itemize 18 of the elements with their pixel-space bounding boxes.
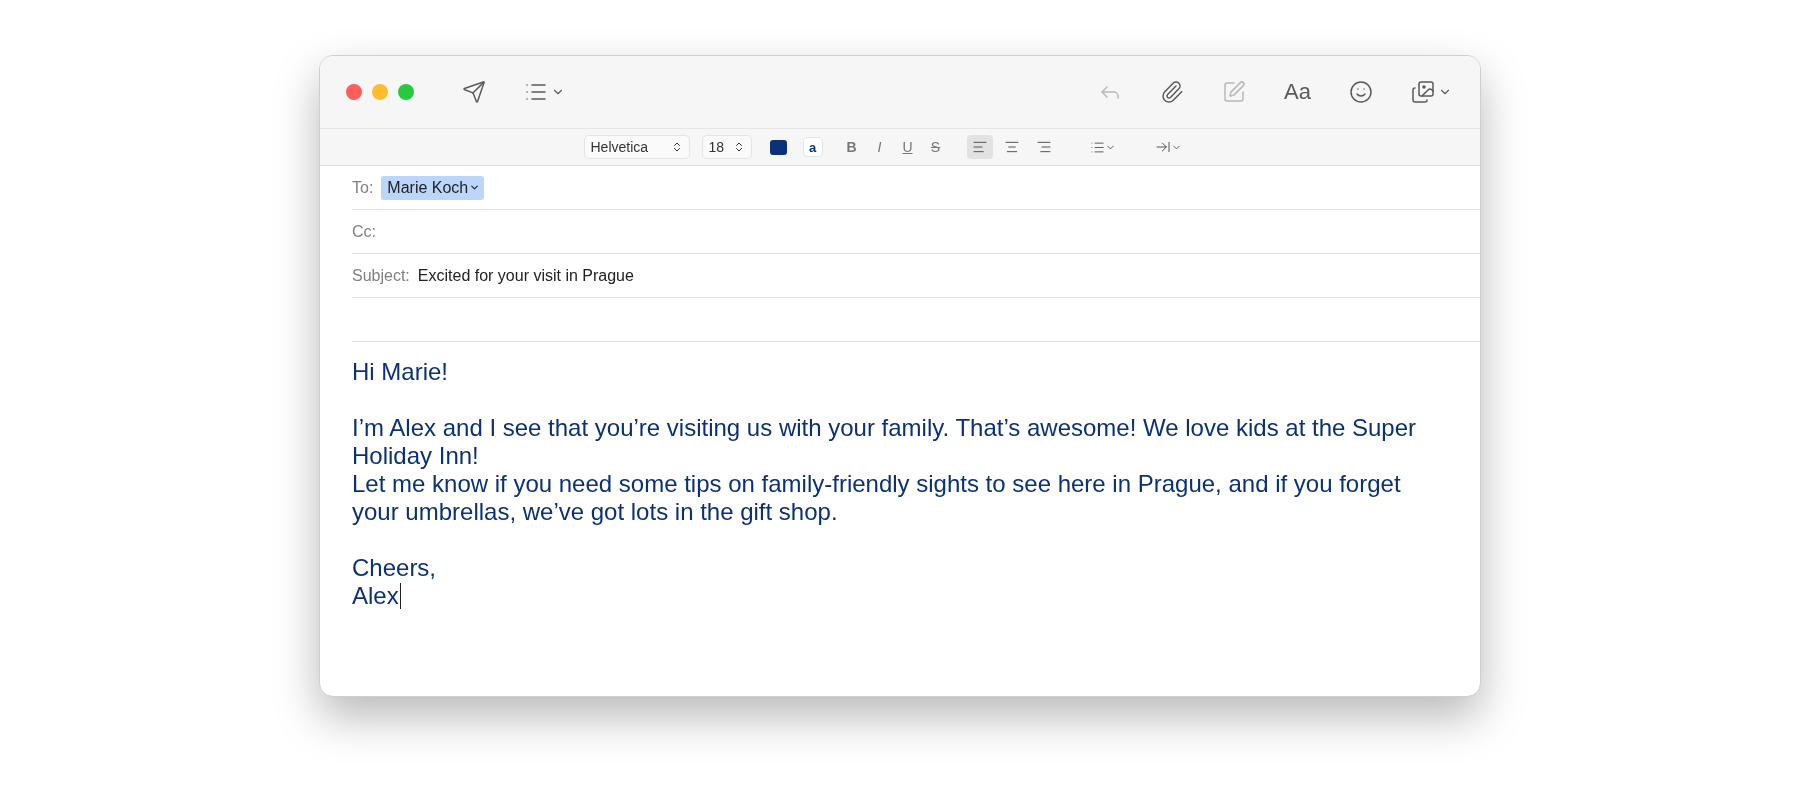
to-label: To: [352, 178, 374, 197]
highlight-button[interactable]: a [802, 137, 823, 157]
cc-label: Cc: [352, 222, 376, 241]
body-text: Cheers, [352, 554, 437, 581]
body-text: Alex [352, 582, 399, 609]
body-text: Hi Marie! [352, 358, 448, 385]
bold-button[interactable]: B [840, 135, 863, 159]
italic-button[interactable]: I [868, 135, 891, 159]
subject-label: Subject: [352, 266, 410, 285]
body-text: Let me know if you need some tips on family-friendly sights to see here in Prague, and if you forget your umbrellas, we’ve got lots in the gift shop. [352, 470, 1401, 525]
strike-button[interactable]: S [924, 135, 947, 159]
underline-button[interactable]: U [896, 135, 919, 159]
body-text: I’m Alex and I see that you’re visiting us with your family. That’s awesome! We love kids at the Super Holiday Inn! [352, 414, 1417, 469]
subject-field[interactable]: Excited for your visit in Prague [417, 266, 634, 285]
size-select[interactable]: 18 [701, 135, 752, 159]
recipient-token[interactable]: Marie Koch [381, 175, 485, 200]
font-select[interactable]: Helvetica [583, 135, 690, 159]
fonts-button[interactable]: Aa [1278, 75, 1317, 109]
